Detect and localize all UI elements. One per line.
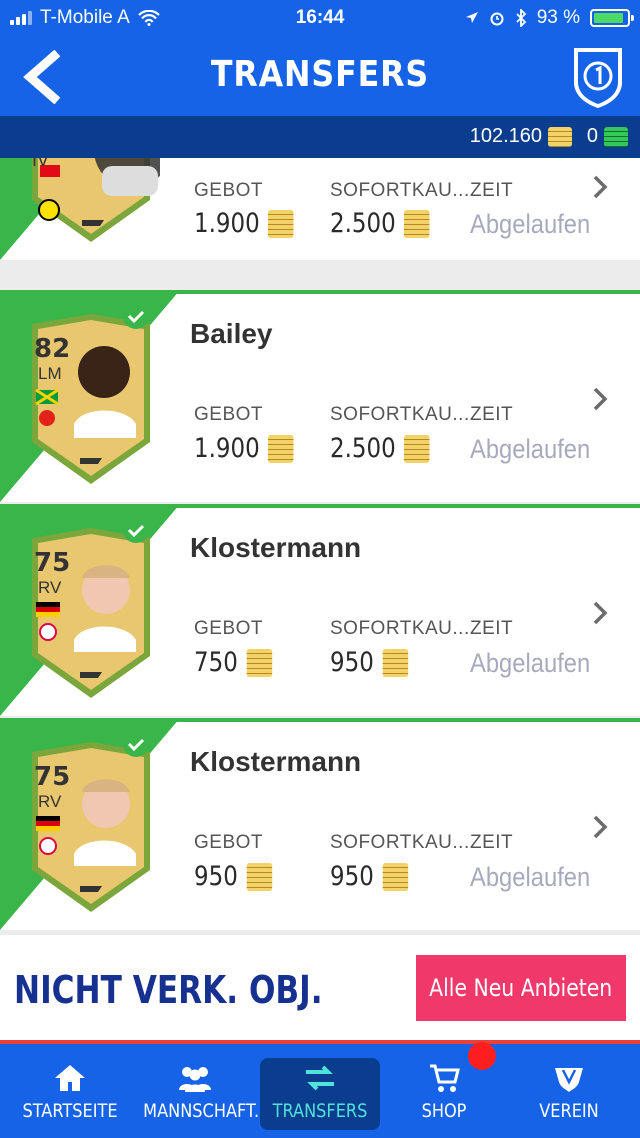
tab-label: STARTSEITE bbox=[22, 1100, 118, 1122]
bid-value: 1.900 bbox=[194, 208, 260, 239]
coin-icon bbox=[382, 648, 408, 677]
checkmark-icon bbox=[123, 517, 149, 543]
player-position: LM bbox=[38, 364, 62, 383]
player-name: Klostermann bbox=[190, 746, 362, 777]
team-icon bbox=[179, 1067, 211, 1092]
player-card-frame bbox=[32, 158, 170, 242]
buy-now-label: SOFORTKAU... bbox=[330, 404, 470, 425]
bid-value: 950 bbox=[194, 861, 238, 892]
chevron-right-icon bbox=[593, 601, 608, 625]
page-title: TRANSFERS bbox=[210, 54, 430, 95]
chevron-right-icon bbox=[593, 387, 608, 411]
tab-bar: STARTSEITE MANNSCHAFT. TRANSFERS SHOP VE… bbox=[0, 1044, 640, 1138]
points-balance: 0 bbox=[586, 125, 598, 147]
buy-now-value: 950 bbox=[330, 647, 374, 678]
checkmark-icon bbox=[123, 731, 149, 757]
coin-balance: 102.160 bbox=[469, 125, 542, 147]
tab-startseite[interactable]: STARTSEITE bbox=[10, 1044, 130, 1138]
alarm-icon bbox=[490, 12, 504, 26]
player-name: Klostermann bbox=[190, 532, 362, 563]
time-label: ZEIT bbox=[470, 832, 514, 853]
player-rating: 82 bbox=[34, 334, 71, 364]
relist-all-button[interactable]: Alle Neu Anbieten bbox=[416, 955, 626, 1021]
tab-label: MANNSCHAFT. bbox=[143, 1100, 260, 1122]
tab-label: TRANSFERS bbox=[272, 1100, 368, 1122]
coin-icon bbox=[548, 126, 572, 147]
time-label: ZEIT bbox=[470, 180, 514, 201]
buy-now-label: SOFORTKAU... bbox=[330, 180, 470, 201]
nav-bar: TRANSFERS bbox=[0, 36, 640, 116]
coin-icon bbox=[404, 209, 430, 238]
unsold-title: NICHT VERK. OBJ. bbox=[14, 968, 323, 1012]
tab-transfers[interactable]: TRANSFERS bbox=[260, 1058, 380, 1130]
coin-icon bbox=[404, 434, 430, 463]
battery-label: 93 % bbox=[536, 7, 580, 28]
coin-icon bbox=[268, 434, 294, 463]
bid-label: GEBOT bbox=[194, 404, 264, 425]
club-shield-icon[interactable] bbox=[570, 42, 626, 110]
player-position: IV bbox=[32, 158, 50, 170]
transfer-row[interactable]: 82 LM Bailey GEBOT SOFORTKAU... ZEIT 1.9… bbox=[0, 290, 640, 502]
time-value: Abgelaufen bbox=[470, 862, 591, 892]
player-position: RV bbox=[38, 578, 62, 597]
tab-mannschaft[interactable]: MANNSCHAFT. bbox=[134, 1044, 260, 1138]
player-name: Bailey bbox=[190, 318, 273, 349]
buy-now-label: SOFORTKAU... bbox=[330, 618, 470, 639]
time-value: Abgelaufen bbox=[470, 434, 591, 464]
notification-badge bbox=[468, 1042, 496, 1070]
home-icon bbox=[55, 1065, 85, 1091]
bid-label: GEBOT bbox=[194, 180, 264, 201]
player-rating: 75 bbox=[34, 762, 71, 792]
currency-bar: 102.160 0 bbox=[0, 116, 640, 158]
coin-icon bbox=[246, 648, 272, 677]
coin-icon bbox=[268, 209, 294, 238]
transfer-row[interactable]: 75 RV Klostermann GEBOT SOFORTKAU... ZEI… bbox=[0, 504, 640, 716]
tab-label: SHOP bbox=[421, 1100, 467, 1122]
player-rating: 75 bbox=[34, 548, 71, 578]
bid-label: GEBOT bbox=[194, 618, 264, 639]
coin-icon bbox=[246, 862, 272, 891]
buy-now-value: 2.500 bbox=[330, 433, 396, 464]
bluetooth-icon bbox=[516, 9, 526, 27]
battery-icon bbox=[590, 9, 634, 27]
relist-all-label: Alle Neu Anbieten bbox=[429, 974, 613, 1002]
checkmark-icon bbox=[123, 303, 149, 329]
unsold-items-section: NICHT VERK. OBJ. Alle Neu Anbieten bbox=[0, 935, 640, 1043]
tab-verein[interactable]: VEREIN bbox=[508, 1044, 630, 1138]
transfer-row[interactable]: IV GEBOT SOFORTKAU... ZEIT 1.900 2.500 A… bbox=[0, 158, 640, 260]
bid-label: GEBOT bbox=[194, 832, 264, 853]
player-position: RV bbox=[38, 792, 62, 811]
bid-value: 750 bbox=[194, 647, 238, 678]
tab-label: VEREIN bbox=[539, 1100, 599, 1122]
coin-icon bbox=[382, 862, 408, 891]
time-value: Abgelaufen bbox=[470, 648, 591, 678]
club-icon bbox=[555, 1068, 583, 1092]
time-label: ZEIT bbox=[470, 404, 514, 425]
points-icon bbox=[604, 126, 628, 147]
location-icon bbox=[465, 12, 478, 23]
transfer-list: IV GEBOT SOFORTKAU... ZEIT 1.900 2.500 A… bbox=[0, 158, 640, 938]
buy-now-value: 950 bbox=[330, 861, 374, 892]
player-card: 75 RV bbox=[22, 731, 160, 916]
player-card: 75 RV bbox=[22, 517, 160, 702]
transfer-arrows-icon bbox=[306, 1065, 334, 1091]
chevron-right-icon bbox=[593, 175, 608, 199]
player-card: IV bbox=[22, 158, 170, 246]
chevron-right-icon bbox=[593, 815, 608, 839]
player-card: 82 LM bbox=[22, 303, 160, 488]
time-label: ZEIT bbox=[470, 618, 514, 639]
transfer-row[interactable]: 75 RV Klostermann GEBOT SOFORTKAU... ZEI… bbox=[0, 718, 640, 930]
time-value: Abgelaufen bbox=[470, 209, 591, 239]
cart-icon bbox=[430, 1064, 460, 1092]
buy-now-label: SOFORTKAU... bbox=[330, 832, 470, 853]
bid-value: 1.900 bbox=[194, 433, 260, 464]
buy-now-value: 2.500 bbox=[330, 208, 396, 239]
status-bar: T-Mobile A 16:44 93 % bbox=[0, 0, 640, 36]
